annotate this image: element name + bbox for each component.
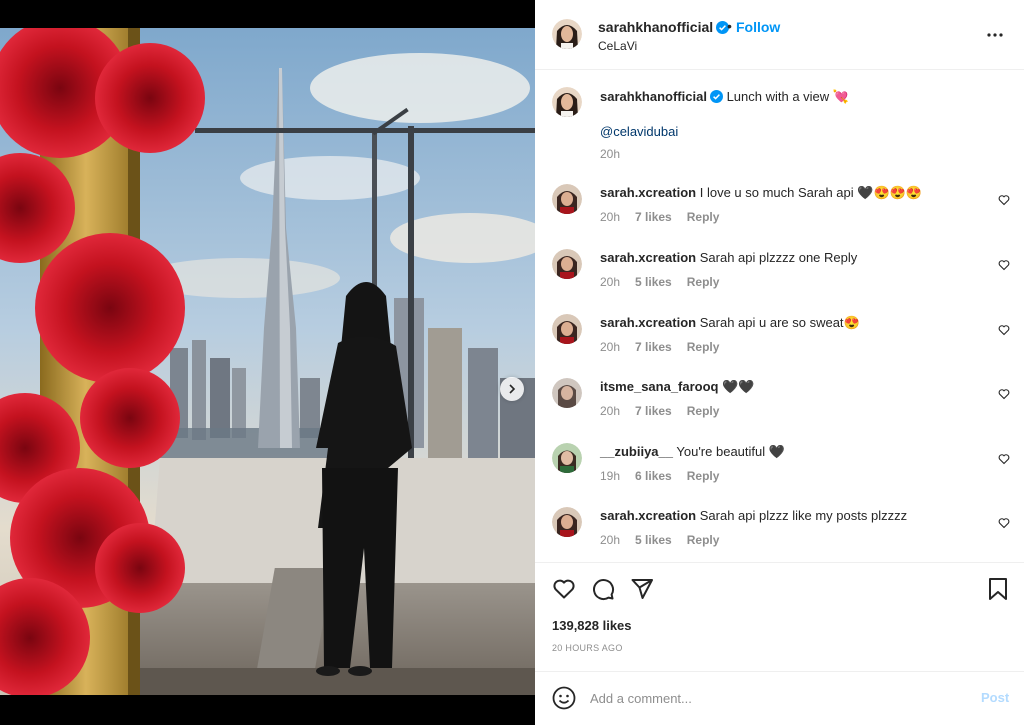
avatar[interactable] <box>552 184 582 214</box>
avatar[interactable] <box>552 507 582 537</box>
like-button[interactable] <box>552 577 576 606</box>
avatar[interactable] <box>552 19 582 49</box>
comment-text: 🖤🖤 <box>722 379 755 394</box>
comment-item: sarah.xcreation Sarah api u are so sweat… <box>552 314 1012 364</box>
comment-time: 20h <box>600 210 621 224</box>
heart-icon <box>998 325 1010 336</box>
caption-mention-link[interactable]: @celavidubai <box>600 124 678 139</box>
comment-likes[interactable]: 7 likes <box>635 210 672 224</box>
comment-like-button[interactable] <box>998 323 1010 341</box>
post-dialog: sarahkhanofficial • Follow CeLaVi sarahk… <box>0 0 1024 725</box>
comment-username[interactable]: __zubiiya__ <box>600 444 673 459</box>
comment-like-button[interactable] <box>998 258 1010 276</box>
paper-plane-icon <box>631 579 653 599</box>
heart-icon <box>998 260 1010 271</box>
comment-like-button[interactable] <box>998 452 1010 470</box>
post-comment-button[interactable]: Post <box>981 690 1009 705</box>
commenter-photo-icon <box>552 443 582 473</box>
comment-item: sarah.xcreation I love u so much Sarah a… <box>552 184 1012 234</box>
comment-text: Sarah api plzzz like my posts plzzzz <box>699 508 908 523</box>
heart-icon <box>998 389 1010 400</box>
comment-button[interactable] <box>591 577 615 606</box>
comment-time: 19h <box>600 469 621 483</box>
bookmark-icon <box>989 578 1007 600</box>
heart-icon <box>998 518 1010 529</box>
comment-likes[interactable]: 7 likes <box>635 340 672 354</box>
post-actions: 139,828 likes 20 HOURS AGO <box>535 562 1024 671</box>
comment-input[interactable] <box>590 686 960 710</box>
post-header: sarahkhanofficial • Follow CeLaVi <box>535 0 1024 70</box>
smiley-icon <box>552 686 576 710</box>
comment-username[interactable]: sarah.xcreation <box>600 185 696 200</box>
comment-text: Sarah api u are so sweat😍 <box>699 315 860 330</box>
post-image <box>0 28 535 695</box>
avatar[interactable] <box>552 314 582 344</box>
share-button[interactable] <box>630 577 654 606</box>
comment-text: I love u so much Sarah api 🖤😍😍😍 <box>699 185 923 200</box>
avatar[interactable] <box>552 249 582 279</box>
comments-list[interactable]: sarahkhanofficial Lunch with a view 💘 @c… <box>535 71 1024 561</box>
comment-text: Sarah api plzzzz one Reply <box>699 250 858 265</box>
avatar[interactable] <box>552 87 582 117</box>
avatar[interactable] <box>552 443 582 473</box>
comment-time: 20h <box>600 340 621 354</box>
location-link[interactable]: CeLaVi <box>598 39 637 53</box>
heart-icon <box>553 579 575 599</box>
commenter-photo-icon <box>552 249 582 279</box>
comment-likes[interactable]: 5 likes <box>635 275 672 289</box>
comment-username[interactable]: sarah.xcreation <box>600 508 696 523</box>
comment-username[interactable]: sarah.xcreation <box>600 250 696 265</box>
comment-time: 20h <box>600 275 621 289</box>
caption-username[interactable]: sarahkhanofficial <box>600 89 707 104</box>
avatar[interactable] <box>552 378 582 408</box>
verified-badge-icon <box>709 90 723 103</box>
comment-reply-button[interactable]: Reply <box>687 404 720 418</box>
save-button[interactable] <box>987 577 1009 606</box>
comment-likes[interactable]: 5 likes <box>635 533 672 547</box>
comment-item: sarah.xcreation Sarah api plzzzz one Rep… <box>552 249 1012 299</box>
next-image-button[interactable] <box>500 377 524 401</box>
add-comment-bar: Post <box>535 671 1024 725</box>
more-options-button[interactable] <box>987 24 1003 42</box>
comment-reply-button[interactable]: Reply <box>687 533 720 547</box>
commenter-photo-icon <box>552 507 582 537</box>
profile-photo-icon <box>552 19 582 49</box>
comment-reply-button[interactable]: Reply <box>687 275 720 289</box>
follow-button[interactable]: Follow <box>736 19 780 35</box>
commenter-photo-icon <box>552 378 582 408</box>
post-sidebar: sarahkhanofficial • Follow CeLaVi sarahk… <box>535 0 1024 725</box>
heart-icon <box>998 195 1010 206</box>
comment-item: itsme_sana_farooq 🖤🖤 20h 7 likes Reply <box>552 378 1012 428</box>
header-username[interactable]: sarahkhanofficial <box>598 19 730 35</box>
caption-time: 20h <box>600 147 621 161</box>
post-timestamp: 20 HOURS AGO <box>552 643 623 653</box>
comment-text: You're beautiful 🖤 <box>676 444 785 459</box>
photo-scene <box>0 28 535 695</box>
comment-item: sarah.xcreation Sarah api plzzz like my … <box>552 507 1012 557</box>
commenter-photo-icon <box>552 184 582 214</box>
comment-reply-button[interactable]: Reply <box>687 340 720 354</box>
comment-like-button[interactable] <box>998 516 1010 534</box>
comment-likes[interactable]: 6 likes <box>635 469 672 483</box>
comment-likes[interactable]: 7 likes <box>635 404 672 418</box>
header-separator: • <box>727 18 732 34</box>
comment-username[interactable]: itsme_sana_farooq <box>600 379 719 394</box>
chevron-right-icon <box>509 384 516 394</box>
likes-count[interactable]: 139,828 likes <box>552 618 632 633</box>
comment-reply-button[interactable]: Reply <box>687 210 720 224</box>
comment-time: 20h <box>600 533 621 547</box>
speech-bubble-icon <box>593 579 615 601</box>
heart-icon <box>998 454 1010 465</box>
commenter-photo-icon <box>552 314 582 344</box>
caption-text: Lunch with a view 💘 <box>726 89 849 104</box>
comment-item: __zubiiya__ You're beautiful 🖤 19h 6 like… <box>552 443 1012 493</box>
comment-reply-button[interactable]: Reply <box>687 469 720 483</box>
comment-like-button[interactable] <box>998 193 1010 211</box>
comment-like-button[interactable] <box>998 387 1010 405</box>
profile-photo-icon <box>552 87 582 117</box>
emoji-picker-button[interactable] <box>552 686 576 715</box>
more-horizontal-icon <box>987 33 1003 37</box>
comment-time: 20h <box>600 404 621 418</box>
comment-username[interactable]: sarah.xcreation <box>600 315 696 330</box>
